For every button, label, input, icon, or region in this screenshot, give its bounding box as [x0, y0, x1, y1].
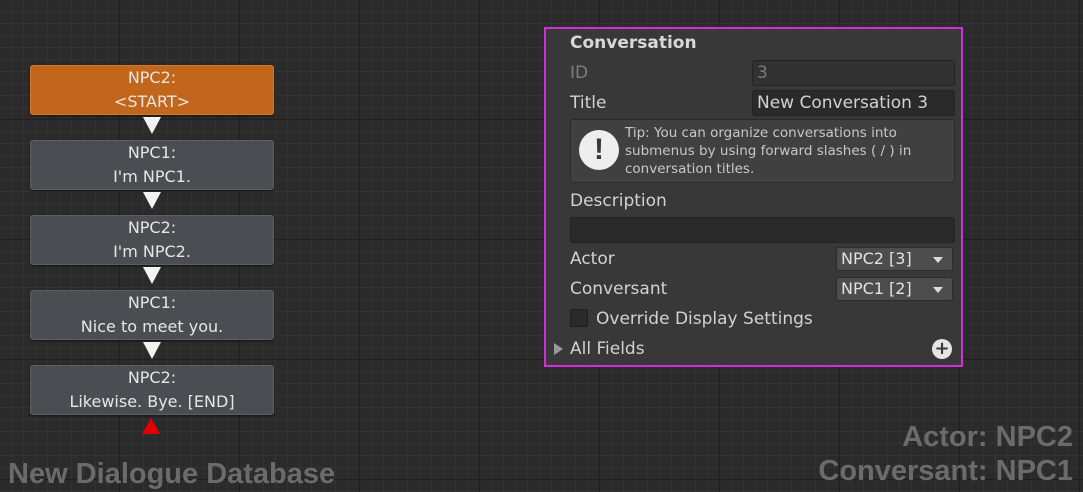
- link-arrow[interactable]: [143, 267, 161, 284]
- dialogue-node-end[interactable]: NPC2: Likewise. Bye. [END]: [30, 365, 274, 415]
- node-speaker: NPC2:: [127, 68, 177, 87]
- title-label: Title: [570, 93, 607, 113]
- plus-circle-icon[interactable]: +: [932, 339, 952, 359]
- inspector-header: Conversation: [570, 33, 697, 53]
- description-field[interactable]: [570, 217, 955, 243]
- end-marker-icon: [142, 418, 160, 434]
- node-speaker: NPC2:: [127, 218, 177, 237]
- link-arrow[interactable]: [143, 342, 161, 359]
- dialogue-editor-canvas[interactable]: { "canvas": { "database_name": "New Dial…: [0, 0, 1083, 492]
- tip-box: ! Tip: You can organize conversations in…: [570, 119, 955, 183]
- actor-label: Actor: [570, 249, 615, 269]
- node-text: I'm NPC2.: [113, 242, 191, 261]
- node-text: <START>: [113, 92, 191, 111]
- dialogue-node[interactable]: NPC2: I'm NPC2.: [30, 215, 274, 265]
- node-text: I'm NPC1.: [113, 167, 191, 186]
- title-field[interactable]: New Conversation 3: [752, 90, 955, 116]
- conversant-dropdown-value: NPC1 [2]: [841, 279, 912, 298]
- conversant-label: Conversant: [570, 279, 668, 299]
- id-field: 3: [752, 60, 955, 86]
- actor-watermark: Actor: NPC2: [902, 421, 1073, 453]
- chevron-down-icon: [933, 287, 943, 293]
- actor-dropdown[interactable]: NPC2 [3]: [836, 247, 953, 271]
- all-fields-foldout[interactable]: All Fields: [570, 339, 645, 359]
- tip-text: Tip: You can organize conversations into…: [625, 125, 912, 177]
- dialogue-node-start[interactable]: NPC2: <START>: [30, 65, 274, 115]
- exclamation-circle-icon: !: [579, 130, 619, 170]
- link-arrow[interactable]: [143, 117, 161, 134]
- node-speaker: NPC1:: [127, 143, 177, 162]
- node-speaker: NPC1:: [127, 293, 177, 312]
- node-text: Nice to meet you.: [80, 317, 224, 336]
- description-label: Description: [570, 191, 667, 211]
- dialogue-node[interactable]: NPC1: Nice to meet you.: [30, 290, 274, 340]
- dialogue-node[interactable]: NPC1: I'm NPC1.: [30, 140, 274, 190]
- conversant-dropdown[interactable]: NPC1 [2]: [836, 277, 953, 301]
- database-name-label: New Dialogue Database: [8, 458, 336, 490]
- conversation-inspector: Conversation ID 3 Title New Conversation…: [544, 27, 963, 367]
- conversant-watermark: Conversant: NPC1: [818, 455, 1073, 487]
- override-display-checkbox[interactable]: [570, 309, 588, 327]
- id-label: ID: [570, 63, 589, 83]
- node-speaker: NPC2:: [127, 368, 177, 387]
- node-text: Likewise. Bye. [END]: [69, 392, 235, 411]
- actor-dropdown-value: NPC2 [3]: [841, 249, 912, 268]
- triangle-right-icon[interactable]: [554, 343, 563, 355]
- chevron-down-icon: [933, 257, 943, 263]
- link-arrow[interactable]: [143, 192, 161, 209]
- override-display-label[interactable]: Override Display Settings: [596, 309, 813, 329]
